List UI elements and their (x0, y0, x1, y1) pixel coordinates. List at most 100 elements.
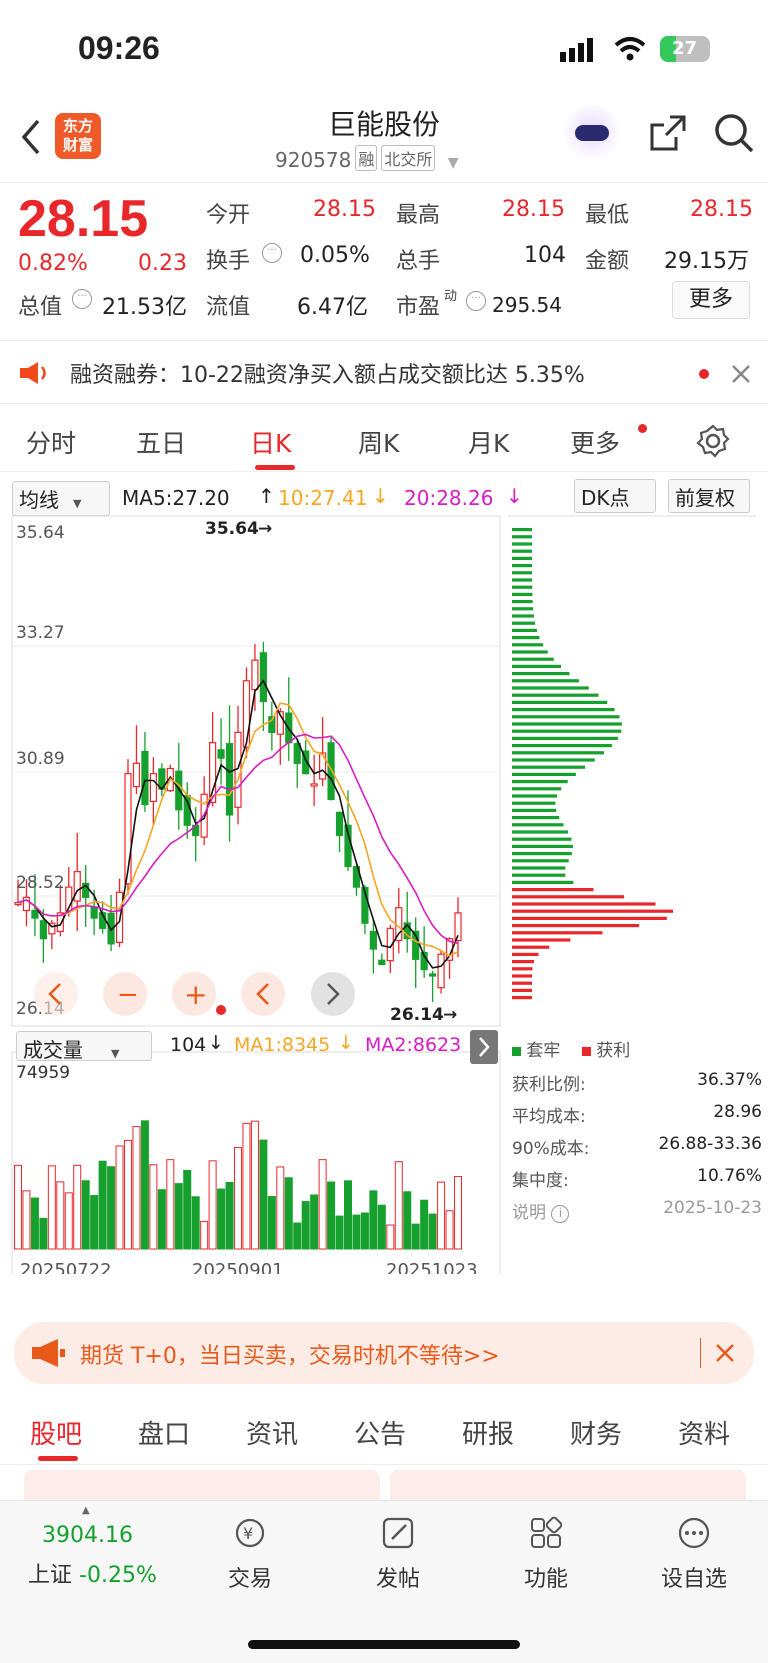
date-label: 20250901 (192, 1260, 284, 1274)
tab-monthly-k[interactable]: 月K (468, 424, 509, 460)
axis-label: 33.27 (16, 623, 65, 643)
chip-bar (512, 852, 572, 856)
chip-bar (512, 708, 615, 712)
settings-gear-icon[interactable] (696, 424, 730, 458)
promo-banner[interactable]: 期货 T+0，当日买卖，交易时机不等待>> (14, 1322, 754, 1384)
tab-announcements[interactable]: 公告 (354, 1414, 406, 1451)
scroll-left-button[interactable] (34, 972, 78, 1016)
close-icon[interactable] (714, 1342, 736, 1364)
nav-trade-label: 交易 (227, 1567, 272, 1592)
index-value: 3904.16 (42, 1523, 133, 1548)
chip-info-value: 36.37% (697, 1070, 762, 1090)
close-icon[interactable] (730, 363, 752, 385)
margin-tag: 融 (355, 145, 378, 171)
bottom-nav: ▲ 3904.16 上证 -0.25% ¥ 交易 发帖 功能 设自选 (0, 1500, 768, 1663)
volume-bar (377, 1204, 386, 1250)
dropdown-caret-icon: ▼ (111, 1047, 120, 1060)
tab-financials[interactable]: 财务 (570, 1414, 622, 1451)
chip-bar (512, 909, 674, 913)
chip-bar (512, 736, 618, 740)
volume-bar (47, 1165, 56, 1250)
notice-bar[interactable]: 融资融券：10-22融资净买入额占成交额比达 5.35% (0, 340, 768, 404)
axis-label-top: 35.64 (16, 523, 65, 543)
chip-bar (512, 960, 535, 964)
volume-bar (411, 1223, 420, 1250)
ma10-trend-icon: ↓ (372, 484, 389, 508)
indicator-select-label: 均线 (19, 488, 59, 512)
exchange-tag: 北交所 (381, 145, 436, 171)
tab-guba[interactable]: 股吧 (30, 1414, 82, 1451)
stock-code-row[interactable]: 920578 融北交所 ▼ (275, 145, 459, 172)
chip-bar (512, 772, 576, 776)
chip-info-row: 平均成本: 28.96 (512, 1102, 762, 1134)
nav-trade[interactable]: ¥ 交易 (190, 1515, 310, 1593)
volume-bar (30, 1197, 39, 1250)
nav-add-watchlist[interactable]: 设自选 (634, 1515, 754, 1593)
info-dots-icon[interactable]: ··· (466, 291, 486, 311)
more-button[interactable]: 更多 (672, 281, 750, 319)
tab-orderbook[interactable]: 盘口 (138, 1414, 190, 1451)
volume-bar (259, 1139, 268, 1250)
tab-news[interactable]: 资讯 (246, 1414, 298, 1451)
low-marker: 26.14 (390, 1005, 444, 1025)
nav-functions[interactable]: 功能 (486, 1515, 606, 1593)
candle-body (14, 901, 22, 906)
chip-bar (512, 650, 548, 654)
open-value: 28.15 (313, 197, 376, 222)
share-icon[interactable] (646, 111, 690, 155)
info-icon: i (551, 1205, 570, 1223)
mktcap-value: 21.53亿 (102, 295, 187, 320)
tab-profile[interactable]: 资料 (678, 1414, 730, 1451)
volume-bar (310, 1194, 319, 1250)
prev-button[interactable] (241, 972, 285, 1016)
tab-daily-k[interactable]: 日K (250, 424, 291, 460)
volume-bar (174, 1183, 183, 1250)
chip-bar (512, 902, 656, 906)
battery-icon: 27 (660, 36, 710, 62)
chip-bar (512, 988, 533, 992)
volume-bar (81, 1180, 90, 1250)
volume-bar (90, 1195, 99, 1250)
search-icon[interactable] (712, 111, 756, 155)
zoom-out-button[interactable]: − (103, 972, 147, 1016)
volume-indicator-select[interactable]: 成交量 ▼ (16, 1031, 152, 1062)
tab-intraday[interactable]: 分时 (26, 424, 76, 460)
chip-bar (512, 830, 569, 834)
pe-label: 市盈 (396, 295, 441, 320)
indicator-select[interactable]: 均线 ▼ (12, 481, 110, 516)
chip-bar (512, 866, 566, 870)
index-ticker[interactable]: 上证 -0.25% (28, 1557, 157, 1589)
expand-caret-icon: ▲ (82, 1505, 90, 1516)
stock-code: 920578 (275, 148, 352, 172)
tab-more[interactable]: 更多 (570, 424, 620, 460)
volume-select-label: 成交量 (23, 1038, 83, 1062)
chip-bar (512, 765, 586, 769)
dk-point-button[interactable]: DK点 (574, 479, 656, 513)
chip-bar (512, 643, 544, 647)
tab-five-day[interactable]: 五日 (136, 424, 186, 460)
float-cap-label: 流值 (206, 295, 251, 320)
chip-note-row[interactable]: 说明 i 2025-10-23 (512, 1198, 762, 1230)
ai-assistant-avatar[interactable] (563, 105, 621, 163)
zoom-in-button[interactable]: + (172, 972, 216, 1016)
collapse-arrow-button[interactable] (470, 1030, 498, 1064)
nav-post[interactable]: 发帖 (338, 1515, 458, 1593)
chip-bar (512, 880, 574, 884)
volume-bar (39, 1217, 48, 1250)
tab-weekly-k[interactable]: 周K (358, 424, 399, 460)
chip-note-label: 说明 (512, 1203, 546, 1223)
date-label: 20251023 (386, 1260, 478, 1274)
chip-bar (512, 924, 640, 928)
chip-bar (512, 571, 533, 575)
next-button[interactable] (311, 972, 355, 1016)
volume-bar (386, 1224, 395, 1250)
tab-research[interactable]: 研报 (462, 1414, 514, 1451)
date-label: 20250722 (20, 1260, 112, 1274)
info-dots-icon[interactable]: ··· (262, 243, 282, 263)
ma-legend-bar: 均线 ▼ MA5:27.20 ↑ 10:27.41 ↓ 20:28.26 ↓ DK… (0, 476, 768, 516)
volume-axis-top: 74959 (16, 1063, 70, 1083)
info-dots-icon[interactable]: ··· (72, 289, 92, 309)
speaker-icon (20, 362, 46, 384)
adjust-select[interactable]: 前复权 (668, 479, 750, 513)
chip-info-value: 26.88-33.36 (658, 1134, 762, 1154)
